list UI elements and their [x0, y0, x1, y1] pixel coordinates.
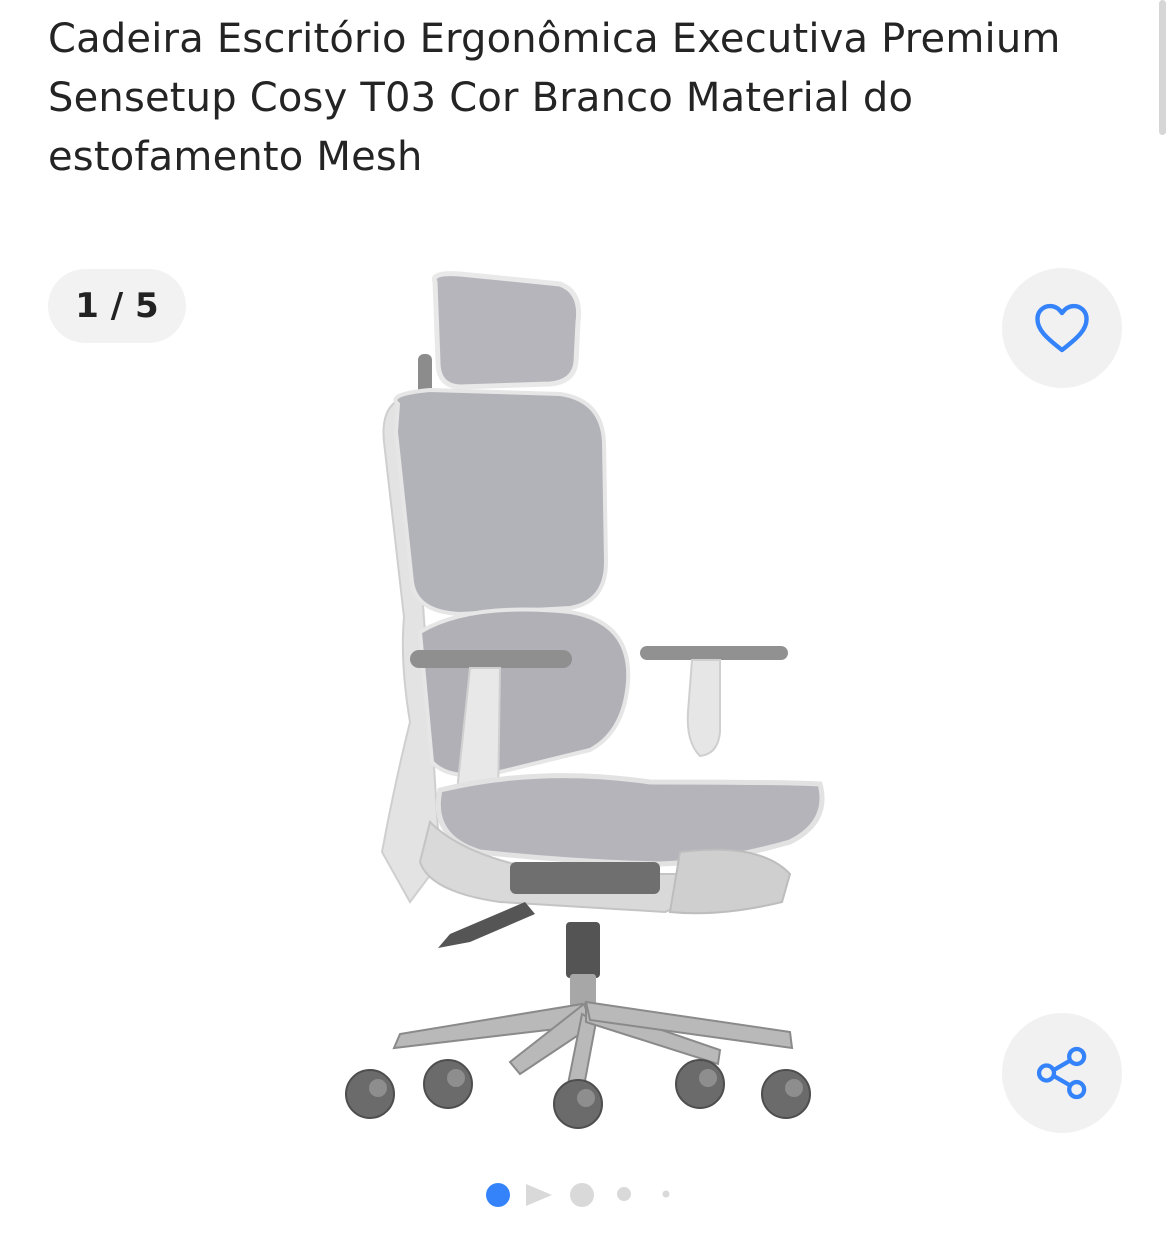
image-counter-text: 1 / 5 — [75, 286, 159, 326]
scrollbar[interactable] — [1159, 0, 1166, 135]
product-image-chair[interactable] — [320, 262, 850, 1142]
pagination-dot-active — [486, 1183, 510, 1207]
heart-outline-icon — [1035, 303, 1089, 353]
pagination-dot — [617, 1187, 631, 1201]
product-title: Cadeira Escritório Ergonômica Executiva … — [48, 16, 1061, 180]
pagination-video-icon — [526, 1184, 552, 1206]
image-counter-badge: 1 / 5 — [48, 269, 186, 343]
pagination-dot — [570, 1183, 594, 1207]
pagination-dot — [662, 1190, 670, 1198]
carousel-pagination — [486, 1183, 670, 1207]
share-icon — [1036, 1046, 1087, 1100]
share-button[interactable] — [1002, 1013, 1122, 1133]
favorite-button[interactable] — [1002, 268, 1122, 388]
